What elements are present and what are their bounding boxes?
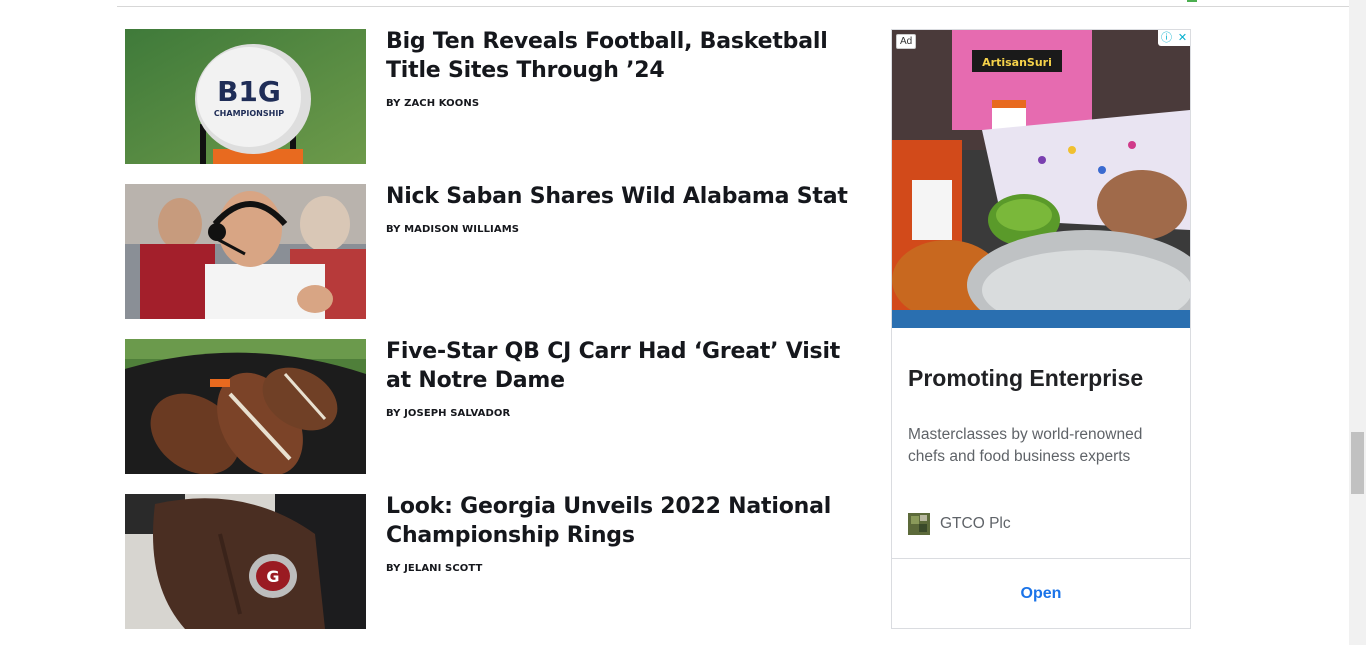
article-item[interactable]: B1G CHAMPIONSHIP Big Ten Reveals Footbal… bbox=[125, 29, 865, 164]
scrollbar-track[interactable] bbox=[1349, 0, 1366, 645]
article-thumbnail[interactable] bbox=[125, 184, 366, 319]
footballs-bag-image bbox=[125, 339, 366, 474]
ad-title[interactable]: Promoting Enterprise bbox=[908, 365, 1143, 392]
scrollbar-thumb[interactable] bbox=[1351, 432, 1364, 494]
ad-card[interactable]: ArtisanSuri Ad ⓘ ✕ Promoting Enterprise … bbox=[891, 29, 1191, 629]
article-headline[interactable]: Nick Saban Shares Wild Alabama Stat bbox=[386, 182, 856, 211]
top-accent-mark bbox=[1187, 0, 1197, 2]
article-byline: BY JOSEPH SALVADOR bbox=[386, 408, 511, 419]
pylon-brand-text: B1G bbox=[217, 75, 281, 108]
nick-saban-image bbox=[125, 184, 366, 319]
pylon-caption-text: CHAMPIONSHIP bbox=[214, 109, 284, 118]
big-ten-pylon-image: B1G CHAMPIONSHIP bbox=[125, 29, 366, 164]
article-thumbnail[interactable] bbox=[125, 339, 366, 474]
ad-image[interactable]: ArtisanSuri Ad ⓘ ✕ bbox=[892, 30, 1190, 328]
ring-letter-text: G bbox=[266, 567, 279, 586]
open-button[interactable]: Open bbox=[892, 559, 1190, 628]
article-item[interactable]: Five-Star QB CJ Carr Had ‘Great’ Visit a… bbox=[125, 339, 865, 474]
article-byline: BY ZACH KOONS bbox=[386, 98, 480, 109]
georgia-ring-image: G bbox=[125, 494, 366, 629]
article-item[interactable]: G Look: Georgia Unveils 2022 National Ch… bbox=[125, 494, 865, 629]
ad-choices[interactable]: ⓘ ✕ bbox=[1158, 30, 1190, 46]
article-byline: BY JELANI SCOTT bbox=[386, 563, 483, 574]
article-headline[interactable]: Five-Star QB CJ Carr Had ‘Great’ Visit a… bbox=[386, 337, 856, 395]
ad-advertiser[interactable]: GTCO Plc bbox=[908, 513, 1011, 535]
top-divider bbox=[117, 6, 1349, 7]
advertiser-logo-icon bbox=[908, 513, 930, 535]
article-byline: BY MADISON WILLIAMS bbox=[386, 224, 520, 235]
ad-badge: Ad bbox=[896, 34, 917, 49]
article-headline[interactable]: Big Ten Reveals Football, Basketball Tit… bbox=[386, 27, 856, 85]
article-headline[interactable]: Look: Georgia Unveils 2022 National Cham… bbox=[386, 492, 856, 550]
article-item[interactable]: Nick Saban Shares Wild Alabama Stat BY M… bbox=[125, 184, 865, 319]
article-thumbnail[interactable]: B1G CHAMPIONSHIP bbox=[125, 29, 366, 164]
article-thumbnail[interactable]: G bbox=[125, 494, 366, 629]
info-icon[interactable]: ⓘ bbox=[1161, 31, 1172, 45]
ad-image-shirt-text: ArtisanSuri bbox=[982, 56, 1052, 69]
advertiser-name: GTCO Plc bbox=[940, 515, 1011, 532]
ad-description: Masterclasses by world-renowned chefs an… bbox=[908, 426, 1143, 465]
ad-food-photo: ArtisanSuri bbox=[892, 30, 1190, 328]
close-icon[interactable]: ✕ bbox=[1178, 31, 1187, 45]
